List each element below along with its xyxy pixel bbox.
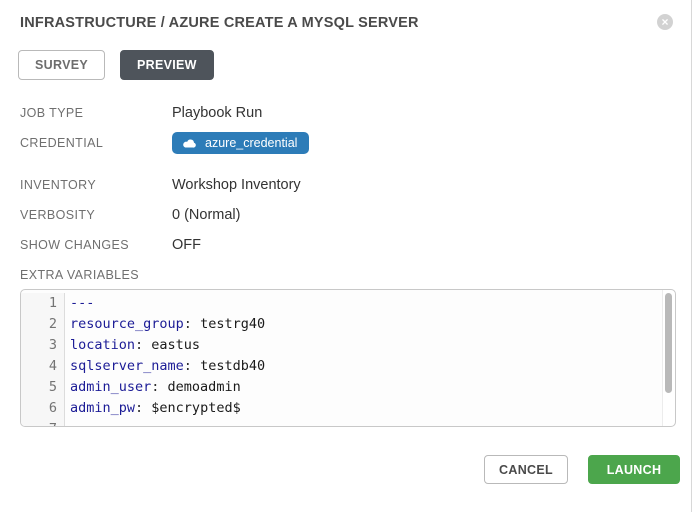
yaml-separator: : <box>135 400 151 416</box>
editor-scrollbar-thumb[interactable] <box>665 293 672 393</box>
cloud-icon <box>182 138 197 149</box>
line-number: 6 <box>21 398 65 419</box>
yaml-key: admin_user <box>70 379 151 395</box>
job-type-value: Playbook Run <box>172 105 262 121</box>
yaml-key: --- <box>70 295 94 311</box>
yaml-separator: : <box>151 379 167 395</box>
yaml-value: eastus <box>151 337 200 353</box>
yaml-key: location <box>70 337 135 353</box>
tab-bar: SURVEY PREVIEW <box>18 50 214 80</box>
yaml-value: testrg40 <box>200 316 265 332</box>
yaml-key: admin_pw <box>70 400 135 416</box>
job-preview-modal: INFRASTRUCTURE / AZURE CREATE A MYSQL SE… <box>0 0 692 512</box>
show-changes-label: SHOW CHANGES <box>20 238 172 252</box>
yaml-key: resource_group <box>70 316 184 332</box>
yaml-separator: : <box>184 358 200 374</box>
yaml-value: demoadmin <box>168 379 241 395</box>
line-number: 3 <box>21 335 65 356</box>
verbosity-label: VERBOSITY <box>20 208 172 222</box>
extra-variables-label: EXTRA VARIABLES <box>20 268 172 282</box>
yaml-key: sqlserver_name <box>70 358 184 374</box>
page-title: INFRASTRUCTURE / AZURE CREATE A MYSQL SE… <box>20 15 419 31</box>
field-row-show-changes: SHOW CHANGES OFF <box>20 230 676 260</box>
credential-badge-label: azure_credential <box>205 136 297 150</box>
line-number: 7 <box>21 419 65 426</box>
code-line: 3 location: eastus <box>21 335 662 356</box>
yaml-separator: : <box>135 337 151 353</box>
yaml-value: testdb40 <box>200 358 265 374</box>
line-number: 2 <box>21 314 65 335</box>
line-number: 5 <box>21 377 65 398</box>
inventory-label: INVENTORY <box>20 178 172 192</box>
code-line: 4 sqlserver_name: testdb40 <box>21 356 662 377</box>
field-row-job-type: JOB TYPE Playbook Run <box>20 98 676 128</box>
verbosity-value: 0 (Normal) <box>172 207 240 223</box>
credential-label: CREDENTIAL <box>20 136 172 150</box>
tab-preview[interactable]: PREVIEW <box>120 50 214 80</box>
extra-variables-editor[interactable]: 1 --- 2 resource_group: testrg40 3 locat… <box>20 289 676 427</box>
field-row-credential: CREDENTIAL azure_credential <box>20 128 676 158</box>
code-line: 6 admin_pw: $encrypted$ <box>21 398 662 419</box>
editor-scrollbar-track[interactable] <box>662 290 675 426</box>
field-row-extra-variables: EXTRA VARIABLES <box>20 260 676 290</box>
tab-survey[interactable]: SURVEY <box>18 50 105 80</box>
cancel-button[interactable]: CANCEL <box>484 455 568 484</box>
credential-badge[interactable]: azure_credential <box>172 132 309 154</box>
yaml-separator: : <box>184 316 200 332</box>
launch-button[interactable]: LAUNCH <box>588 455 680 484</box>
line-number: 1 <box>21 293 65 314</box>
code-line: 1 --- <box>21 293 662 314</box>
close-icon[interactable]: × <box>657 14 673 30</box>
line-number: 4 <box>21 356 65 377</box>
show-changes-value: OFF <box>172 237 201 253</box>
code-line: 7 <box>21 419 662 426</box>
inventory-value: Workshop Inventory <box>172 177 301 193</box>
code-line: 5 admin_user: demoadmin <box>21 377 662 398</box>
code-line: 2 resource_group: testrg40 <box>21 314 662 335</box>
code-area[interactable]: 1 --- 2 resource_group: testrg40 3 locat… <box>21 290 662 426</box>
field-row-inventory: INVENTORY Workshop Inventory <box>20 170 676 200</box>
job-details: JOB TYPE Playbook Run CREDENTIAL azure_c… <box>20 98 676 290</box>
field-row-verbosity: VERBOSITY 0 (Normal) <box>20 200 676 230</box>
yaml-value: $encrypted$ <box>151 400 240 416</box>
job-type-label: JOB TYPE <box>20 106 172 120</box>
